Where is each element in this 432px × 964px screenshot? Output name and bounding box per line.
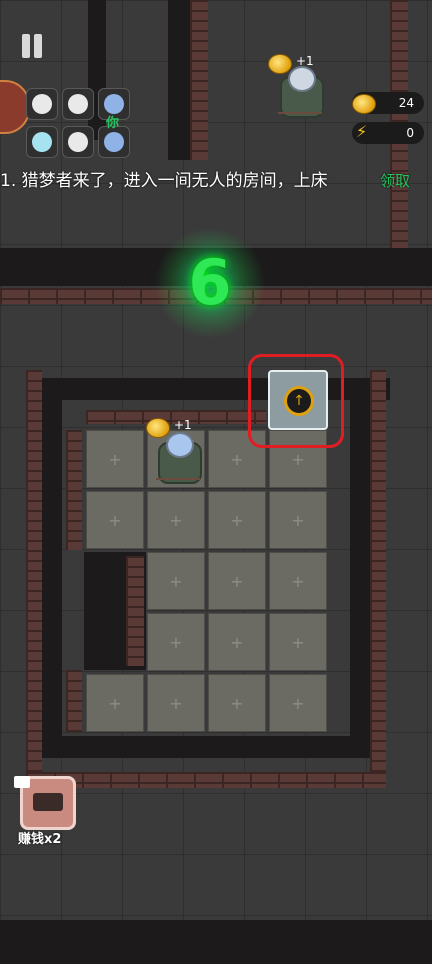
task-description: 1. 猎梦者来了，进入一间无人的房间，上床 xyxy=(0,171,328,191)
bed-legs xyxy=(156,478,200,486)
floor-cell[interactable]: + xyxy=(269,491,327,549)
floor-cell[interactable]: + xyxy=(269,613,327,671)
player-face xyxy=(32,132,52,152)
task-text: 1. 猎梦者来了，进入一间无人的房间，上床 领取 xyxy=(0,168,432,194)
sleeper-head xyxy=(288,66,316,92)
floor-cell[interactable]: + xyxy=(86,491,144,549)
brick-wall xyxy=(26,772,386,788)
brick-wall xyxy=(190,0,208,160)
wall xyxy=(40,736,372,758)
pause-bar xyxy=(22,34,30,58)
you-label: 你 xyxy=(106,116,120,131)
wall xyxy=(0,920,432,964)
player-avatar[interactable] xyxy=(26,88,58,120)
brick-wall xyxy=(26,370,42,780)
countdown-number: 6 xyxy=(150,228,270,338)
bed-occupied[interactable] xyxy=(278,66,324,120)
floor-cell[interactable]: + xyxy=(269,552,327,610)
coin-icon xyxy=(268,54,292,74)
floor-cell[interactable]: + xyxy=(147,552,205,610)
pause-button[interactable] xyxy=(18,30,48,64)
lightning-icon: ⚡ xyxy=(356,122,368,141)
coin-gain: +1 xyxy=(174,418,192,432)
player-avatar[interactable] xyxy=(62,126,94,158)
sleeper-head xyxy=(166,432,194,458)
coin-gain: +1 xyxy=(296,54,314,68)
brick-wall xyxy=(66,430,82,550)
floor-cell[interactable]: + xyxy=(147,613,205,671)
floor-cell[interactable]: + xyxy=(86,674,144,732)
floor-cell[interactable]: + xyxy=(147,674,205,732)
floor-cell[interactable]: + xyxy=(86,430,144,488)
brick-wall xyxy=(126,556,144,666)
player-face xyxy=(104,94,124,114)
bed-icon xyxy=(33,793,63,811)
player-avatar[interactable] xyxy=(26,126,58,158)
coin-icon xyxy=(146,418,170,438)
highlight-ring xyxy=(248,354,344,448)
floor-cell[interactable]: + xyxy=(208,613,266,671)
player-face xyxy=(32,94,52,114)
floor-cell[interactable]: + xyxy=(208,674,266,732)
wall xyxy=(40,378,62,758)
player-face xyxy=(104,132,124,152)
earn-x2-label: 赚钱x2 xyxy=(18,832,62,847)
coin-icon xyxy=(352,94,376,114)
floor-cell[interactable]: + xyxy=(269,674,327,732)
bed-legs xyxy=(278,112,322,120)
floor-cell[interactable]: + xyxy=(147,491,205,549)
brick-wall xyxy=(66,670,82,732)
video-ad-icon xyxy=(14,776,30,788)
brick-wall xyxy=(370,370,386,780)
pause-bar xyxy=(34,34,42,58)
player-face xyxy=(68,132,88,152)
wall xyxy=(350,378,372,758)
player-avatar[interactable] xyxy=(62,88,94,120)
bed-player[interactable] xyxy=(156,432,202,486)
floor-cell[interactable]: + xyxy=(208,491,266,549)
player-face xyxy=(68,94,88,114)
claim-button[interactable]: 领取 xyxy=(380,168,410,194)
floor-cell[interactable]: + xyxy=(208,552,266,610)
